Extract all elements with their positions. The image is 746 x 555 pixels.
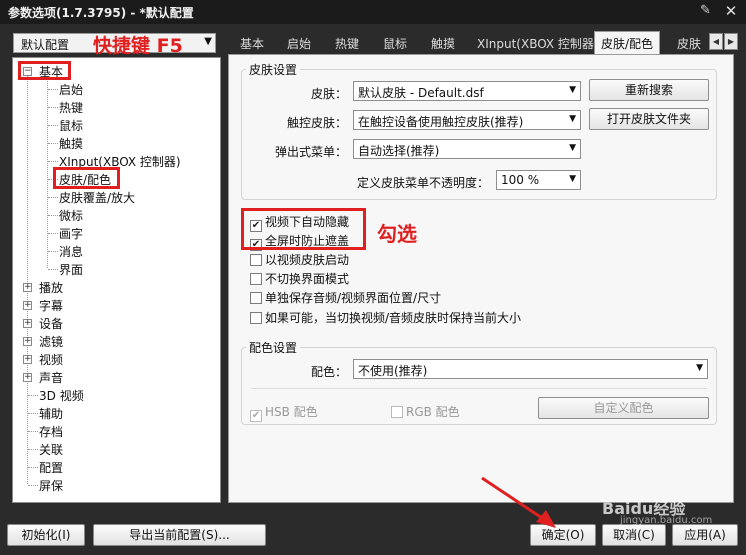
- highlight-skin-color: [53, 167, 120, 189]
- options-window: 参数选项(1.7.3795) - *默认配置 ✎ ✕ 默认配置 ▼ 快捷键 F5…: [0, 0, 746, 555]
- tree-item-hotkeys[interactable]: 热键: [59, 99, 83, 116]
- tree-item-associations[interactable]: 关联: [39, 441, 63, 458]
- tree-item-startup[interactable]: 启始: [59, 81, 83, 98]
- category-tree: − 基本 启始 热键 鼠标 触摸 XInput(XBOX 控制器) 皮肤/配色 …: [12, 57, 221, 503]
- tab-skin-overflow[interactable]: 皮肤: [677, 32, 703, 54]
- checkbox-keep-size-label: 如果可能，当切换视频/音频皮肤时保持当前大小: [265, 311, 522, 325]
- checkbox-keep-size[interactable]: 如果可能，当切换视频/音频皮肤时保持当前大小: [250, 309, 521, 326]
- tree-item-devices[interactable]: 设备: [39, 315, 63, 332]
- chevron-down-icon: ▼: [569, 143, 576, 153]
- checkbox-check-icon: ✔: [250, 410, 262, 422]
- cancel-button[interactable]: 取消(C): [602, 524, 666, 546]
- touch-skin-dropdown[interactable]: 在触控设备使用触控皮肤(推荐) ▼: [353, 110, 581, 130]
- skin-value: 默认皮肤 - Default.dsf: [358, 86, 484, 100]
- highlight-checkboxes: [241, 208, 366, 250]
- tab-scroll-right-icon[interactable]: ▶: [724, 33, 738, 50]
- chevron-down-icon: ▼: [569, 114, 576, 124]
- tree-item-video[interactable]: 视频: [39, 351, 63, 368]
- window-title: 参数选项(1.7.3795) - *默认配置: [8, 6, 194, 20]
- opacity-value: 100 %: [501, 173, 540, 187]
- tab-scroll-left-icon[interactable]: ◀: [709, 33, 723, 50]
- tree-item-archive[interactable]: 存档: [39, 423, 63, 440]
- open-skin-folder-button[interactable]: 打开皮肤文件夹: [589, 108, 709, 130]
- tree-item-playback[interactable]: 播放: [39, 279, 63, 296]
- research-button[interactable]: 重新搜索: [589, 79, 709, 101]
- popup-menu-value: 自动选择(推荐): [358, 144, 440, 158]
- tab-strip: 基本 启始 热键 鼠标 触摸 XInput(XBOX 控制器) 皮肤/配色 皮肤: [228, 31, 718, 55]
- apply-button[interactable]: 应用(A): [672, 524, 738, 546]
- tab-startup[interactable]: 启始: [287, 32, 311, 54]
- tab-xinput[interactable]: XInput(XBOX 控制器): [477, 32, 599, 54]
- color-scheme-value: 不使用(推荐): [358, 364, 428, 378]
- checkbox-save-position-label: 单独保存音频/视频界面位置/尺寸: [265, 291, 442, 305]
- arrow-annotation-icon: [481, 476, 556, 528]
- chevron-down-icon: ▼: [569, 174, 576, 184]
- tree-item-messages[interactable]: 消息: [59, 243, 83, 260]
- color-scheme-dropdown[interactable]: 不使用(推荐) ▼: [353, 359, 708, 379]
- tab-mouse[interactable]: 鼠标: [383, 32, 407, 54]
- opacity-label: 定义皮肤菜单不透明度：: [357, 176, 490, 190]
- title-bar: 参数选项(1.7.3795) - *默认配置 ✎ ✕: [0, 0, 746, 24]
- tree-item-logo[interactable]: 微标: [59, 207, 83, 224]
- tree-item-mouse[interactable]: 鼠标: [59, 117, 83, 134]
- touch-skin-value: 在触控设备使用触控皮肤(推荐): [358, 115, 524, 129]
- tree-item-filters[interactable]: 滤镜: [39, 333, 63, 350]
- pin-icon[interactable]: ✎: [700, 3, 716, 19]
- touch-skin-label: 触控皮肤：: [287, 116, 348, 130]
- hotkey-annotation: 快捷键 F5: [93, 35, 183, 57]
- tree-item-interface[interactable]: 界面: [59, 261, 83, 278]
- chevron-down-icon: ▼: [696, 363, 703, 373]
- initialize-button[interactable]: 初始化(I): [7, 524, 85, 546]
- close-icon[interactable]: ✕: [722, 2, 740, 20]
- tree-item-audio[interactable]: 声音: [39, 369, 63, 386]
- tab-basic[interactable]: 基本: [240, 32, 264, 54]
- custom-color-button[interactable]: 自定义配色: [538, 397, 709, 419]
- color-label: 配色：: [311, 365, 348, 379]
- check-annotation: 勾选: [377, 222, 417, 246]
- export-config-button[interactable]: 导出当前配置(S)...: [93, 524, 266, 546]
- opacity-dropdown[interactable]: 100 % ▼: [496, 170, 581, 190]
- tab-touch[interactable]: 触摸: [431, 32, 455, 54]
- skin-label: 皮肤：: [311, 87, 348, 101]
- popup-menu-dropdown[interactable]: 自动选择(推荐) ▼: [353, 139, 581, 159]
- chevron-down-icon: ▼: [569, 85, 576, 95]
- expand-icon[interactable]: +: [23, 355, 32, 364]
- highlight-basic: [18, 61, 71, 80]
- settings-panel: 皮肤设置 皮肤： 默认皮肤 - Default.dsf ▼ 重新搜索 触控皮肤：…: [228, 54, 734, 503]
- expand-icon[interactable]: +: [23, 373, 32, 382]
- expand-icon[interactable]: +: [23, 283, 32, 292]
- checkbox-rgb-label: RGB 配色: [406, 405, 460, 419]
- checkbox-hsb[interactable]: ✔ HSB 配色: [250, 403, 318, 422]
- checkbox-video-skin-start[interactable]: 以视频皮肤启动: [250, 251, 349, 268]
- tree-item-screensaver[interactable]: 屏保: [39, 477, 63, 494]
- checkbox-no-mode-switch[interactable]: 不切换界面模式: [250, 270, 349, 287]
- expand-icon[interactable]: +: [23, 337, 32, 346]
- checkbox-hsb-label: HSB 配色: [265, 405, 318, 419]
- popup-menu-label: 弹出式菜单：: [275, 145, 348, 159]
- tab-skin-color[interactable]: 皮肤/配色: [594, 31, 661, 55]
- profile-value: 默认配置: [21, 38, 70, 52]
- watermark-url: jingyan.baidu.com: [620, 515, 713, 526]
- tree-item-3d-video[interactable]: 3D 视频: [39, 387, 84, 404]
- checkbox-rgb[interactable]: RGB 配色: [391, 403, 460, 420]
- skin-group-title: 皮肤设置: [246, 61, 301, 78]
- expand-icon[interactable]: +: [23, 301, 32, 310]
- tree-item-subtitles[interactable]: 字幕: [39, 297, 63, 314]
- tree-item-assist[interactable]: 辅助: [39, 405, 63, 422]
- checkbox-no-mode-switch-label: 不切换界面模式: [265, 272, 350, 286]
- checkbox-save-position[interactable]: 单独保存音频/视频界面位置/尺寸: [250, 289, 441, 306]
- chevron-down-icon: ▼: [204, 36, 212, 47]
- tree-item-drawtext[interactable]: 画字: [59, 225, 83, 242]
- color-group-title: 配色设置: [246, 339, 301, 356]
- expand-icon[interactable]: +: [23, 319, 32, 328]
- tree-item-skin-zoom[interactable]: 皮肤覆盖/放大: [59, 189, 135, 206]
- tree-item-config[interactable]: 配置: [39, 459, 63, 476]
- skin-dropdown[interactable]: 默认皮肤 - Default.dsf ▼: [353, 81, 581, 101]
- tree-item-touch[interactable]: 触摸: [59, 135, 83, 152]
- checkbox-video-skin-start-label: 以视频皮肤启动: [265, 253, 350, 267]
- tab-hotkeys[interactable]: 热键: [335, 32, 359, 54]
